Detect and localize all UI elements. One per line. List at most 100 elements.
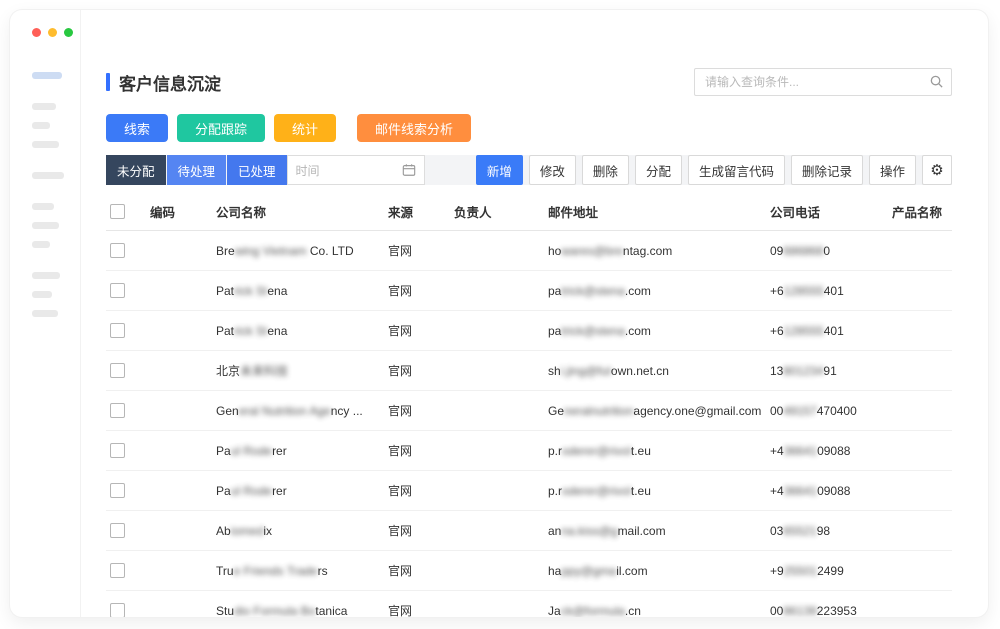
cell-owner (450, 311, 544, 351)
cell-owner (450, 591, 544, 618)
row-checkbox[interactable] (110, 443, 125, 458)
cell-owner (450, 391, 544, 431)
page-title: 客户信息沉淀 (119, 70, 221, 95)
table-row: Brewing Vietnam Co. LTD官网howares@brentag… (106, 231, 952, 271)
assign-track-button[interactable]: 分配跟踪 (177, 114, 265, 142)
cell-owner (450, 431, 544, 471)
column-header-product: 产品名称 (888, 193, 952, 231)
cell-phone: +6128555401 (766, 311, 888, 351)
cell-code (146, 391, 212, 431)
skeleton-bar (32, 203, 54, 210)
table-row: Patrick Stena官网patrick@stena.com+6128555… (106, 271, 952, 311)
skeleton-bar (32, 222, 59, 229)
cell-phone: 0049157470400 (766, 391, 888, 431)
cell-phone: 0086139223953 (766, 591, 888, 618)
row-checkbox[interactable] (110, 363, 125, 378)
row-checkbox[interactable] (110, 563, 125, 578)
sidebar-divider (80, 10, 81, 617)
cell-phone: 1380123491 (766, 351, 888, 391)
table-row: Studio Formula Botanica官网Jack@formula.cn… (106, 591, 952, 618)
close-window-icon[interactable] (32, 28, 41, 37)
search-input[interactable] (694, 68, 952, 96)
gear-icon: ⚙ (930, 161, 943, 179)
skeleton-bar (32, 122, 50, 129)
tab-unassigned[interactable]: 未分配 (106, 155, 166, 185)
generate-message-code-button[interactable]: 生成留言代码 (688, 155, 785, 185)
cell-code (146, 351, 212, 391)
skeleton-bar (32, 272, 60, 279)
cell-code (146, 431, 212, 471)
cell-company: Paul Roderer (212, 471, 384, 511)
cell-email: Generalnutritionagency.one@gmail.com (544, 391, 766, 431)
cell-source: 官网 (384, 311, 450, 351)
row-checkbox[interactable] (110, 243, 125, 258)
row-checkbox[interactable] (110, 603, 125, 617)
add-button[interactable]: 新增 (476, 155, 523, 185)
cell-email: shi.jing@futown.net.cn (544, 351, 766, 391)
delete-button[interactable]: 删除 (582, 155, 629, 185)
customer-table: 编码 公司名称 来源 负责人 邮件地址 公司电话 产品名称 Brewing Vi… (106, 193, 952, 617)
cell-owner (450, 471, 544, 511)
operations-button[interactable]: 操作 (869, 155, 916, 185)
filter-bar: 未分配 待处理 已处理 时间 新增 修改 删除 分配 生成留言代码 删除记录 (106, 155, 952, 185)
cell-product (888, 271, 952, 311)
column-header-source: 来源 (384, 193, 450, 231)
minimize-window-icon[interactable] (48, 28, 57, 37)
cell-email: patrick@stena.com (544, 271, 766, 311)
skeleton-bar (32, 291, 52, 298)
cell-owner (450, 231, 544, 271)
row-checkbox[interactable] (110, 523, 125, 538)
row-checkbox[interactable] (110, 323, 125, 338)
row-checkbox[interactable] (110, 283, 125, 298)
cell-product (888, 311, 952, 351)
window-controls (32, 28, 73, 37)
select-all-checkbox[interactable] (110, 204, 125, 219)
cell-code (146, 231, 212, 271)
cell-phone: +43664109088 (766, 431, 888, 471)
edit-button[interactable]: 修改 (529, 155, 576, 185)
row-checkbox[interactable] (110, 403, 125, 418)
cell-owner (450, 271, 544, 311)
cell-product (888, 591, 952, 618)
table-row: Patrick Stena官网 patrick@stena.com+6128555… (106, 311, 952, 351)
cell-email: Jack@formula.cn (544, 591, 766, 618)
assign-button[interactable]: 分配 (635, 155, 682, 185)
cell-code (146, 471, 212, 511)
skeleton-bar (32, 172, 64, 179)
cell-company: Patrick Stena (212, 311, 384, 351)
cell-email: anna.kiss@gmail.com (544, 511, 766, 551)
title-wrap: 客户信息沉淀 (106, 70, 221, 95)
filter-bar-spacer (425, 155, 476, 185)
sidebar-skeleton (32, 72, 78, 329)
cell-phone: +43664109088 (766, 471, 888, 511)
delete-record-button[interactable]: 删除记录 (791, 155, 863, 185)
cell-product (888, 511, 952, 551)
cell-email: p.roderer@rivolt.eu (544, 471, 766, 511)
cell-code (146, 311, 212, 351)
search-icon[interactable] (929, 74, 944, 89)
table-row: 北京未来科技官网shi.jing@futown.net.cn1380123491 (106, 351, 952, 391)
date-filter-label: 时间 (296, 162, 320, 179)
cell-source: 官网 (384, 551, 450, 591)
leads-button[interactable]: 线索 (106, 114, 168, 142)
date-filter-input[interactable]: 时间 (287, 155, 425, 185)
email-lead-analysis-button[interactable]: 邮件线索分析 (357, 114, 471, 142)
page-header: 客户信息沉淀 (106, 62, 952, 102)
row-checkbox[interactable] (110, 483, 125, 498)
table-header-row: 编码 公司名称 来源 负责人 邮件地址 公司电话 产品名称 (106, 193, 952, 231)
calendar-icon[interactable] (402, 163, 416, 177)
skeleton-bar (32, 241, 50, 248)
statistics-button[interactable]: 统计 (274, 114, 336, 142)
maximize-window-icon[interactable] (64, 28, 73, 37)
tab-pending[interactable]: 待处理 (167, 155, 227, 185)
cell-email: howares@brentag.com (544, 231, 766, 271)
cell-company: Patrick Stena (212, 271, 384, 311)
cell-email: patrick@stena.com (544, 311, 766, 351)
settings-button[interactable]: ⚙ (922, 155, 952, 185)
cell-product (888, 471, 952, 511)
cell-owner (450, 511, 544, 551)
cell-company: Brewing Vietnam Co. LTD (212, 231, 384, 271)
cell-source: 官网 (384, 511, 450, 551)
cell-company: True Friends Traders (212, 551, 384, 591)
tab-processed[interactable]: 已处理 (227, 155, 287, 185)
